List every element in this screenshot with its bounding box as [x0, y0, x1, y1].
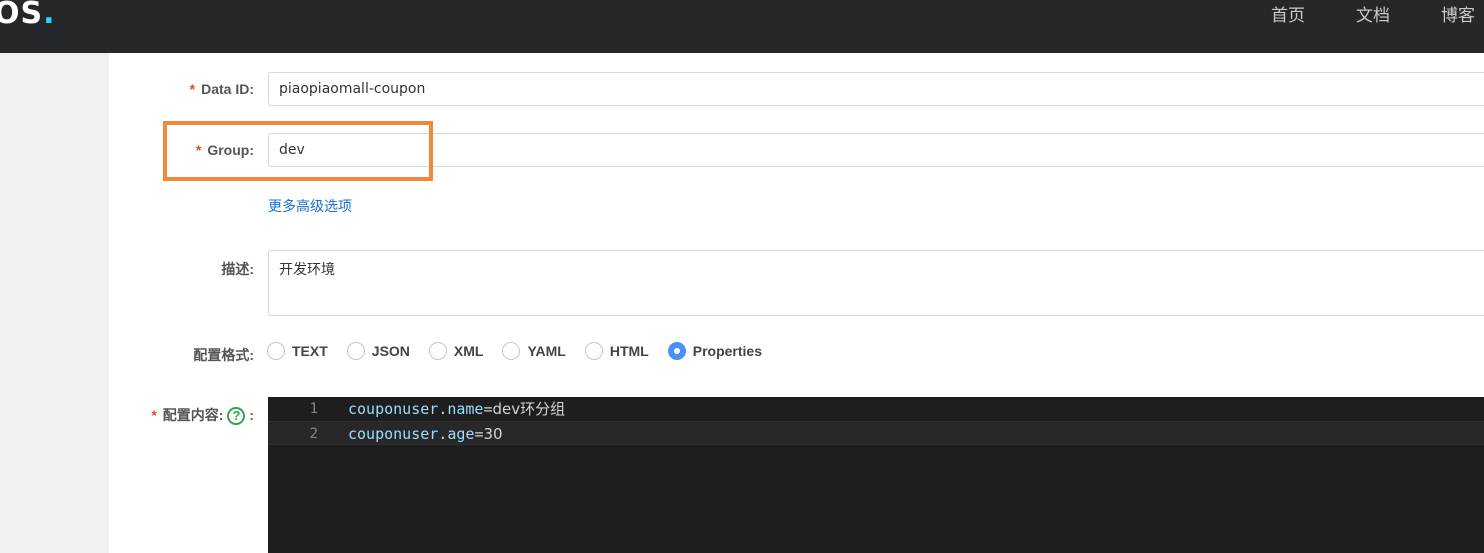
code-editor[interactable]: 1 couponuser.name=dev环分组 2 couponuser.ag… — [268, 397, 1484, 553]
radio-label: XML — [453, 343, 484, 359]
logo-text: OS — [0, 0, 44, 31]
line-number: 2 — [309, 426, 318, 442]
radio-label: TEXT — [292, 343, 328, 359]
radio-circle-icon[interactable] — [267, 342, 285, 360]
format-radio-html[interactable]: HTML — [584, 342, 649, 360]
data-id-label-text: Data ID: — [201, 81, 254, 97]
line-number: 1 — [309, 401, 318, 417]
content-label-text: 配置内容: — [162, 407, 224, 423]
code-key: age — [447, 425, 475, 443]
nav-home[interactable]: 首页 — [1271, 1, 1305, 26]
radio-circle-icon[interactable] — [584, 342, 603, 360]
nav-blog[interactable]: 博客 — [1441, 1, 1475, 26]
code-key-prefix: couponuser — [348, 400, 439, 418]
radio-circle-icon[interactable] — [502, 342, 521, 360]
format-radio-properties[interactable]: Properties — [667, 342, 762, 360]
radio-circle-icon[interactable] — [346, 342, 365, 360]
format-radio-text[interactable]: TEXT — [267, 342, 328, 360]
required-mark: * — [189, 81, 196, 97]
code-text[interactable]: couponuser.age=30 — [348, 422, 503, 446]
description-label: 描述: — [221, 261, 254, 277]
code-dot: . — [438, 400, 448, 418]
radio-checked-icon[interactable] — [667, 342, 686, 360]
nav-docs[interactable]: 文档 — [1356, 1, 1390, 26]
code-key-prefix: couponuser — [348, 425, 439, 443]
logo-dot: . — [43, 0, 56, 31]
radio-circle-icon[interactable] — [428, 342, 447, 360]
radio-label: JSON — [371, 343, 410, 359]
nacos-logo[interactable]: OS. — [0, 0, 56, 31]
code-text[interactable]: couponuser.name=dev环分组 — [348, 397, 565, 421]
radio-label: YAML — [527, 343, 566, 359]
group-input[interactable]: dev — [268, 133, 1484, 167]
code-dot: . — [438, 425, 448, 443]
required-mark: * — [151, 407, 157, 423]
code-value: dev环分组 — [492, 400, 566, 418]
editor-line-active: 2 couponuser.age=30 — [268, 421, 1484, 445]
advanced-options-link[interactable]: 更多高级选项 — [268, 196, 352, 216]
data-id-label: * Data ID: — [150, 81, 254, 97]
content-label-suffix: : — [249, 407, 254, 423]
radio-label: HTML — [609, 343, 649, 359]
format-radio-yaml[interactable]: YAML — [502, 342, 566, 360]
format-radio-group: TEXT JSON XML YAML HTML Properties — [267, 342, 781, 360]
help-icon[interactable]: ? — [227, 407, 246, 426]
format-radio-xml[interactable]: XML — [428, 342, 484, 360]
radio-label: Properties — [692, 343, 762, 359]
format-radio-json[interactable]: JSON — [346, 342, 410, 360]
code-operator: = — [483, 400, 493, 418]
sidebar — [0, 53, 109, 553]
group-highlight-box — [163, 121, 433, 181]
content-label: * 配置内容:? : — [130, 405, 254, 426]
format-label: 配置格式: — [193, 347, 254, 363]
data-id-input[interactable]: piaopiaomall-coupon — [268, 72, 1484, 106]
description-textarea[interactable]: 开发环境 — [268, 250, 1484, 316]
top-nav-bar: OS. 首页 文档 博客 — [0, 0, 1484, 53]
editor-line: 1 couponuser.name=dev环分组 — [268, 397, 1484, 421]
code-key: name — [447, 400, 484, 418]
code-value: 30 — [483, 425, 503, 443]
